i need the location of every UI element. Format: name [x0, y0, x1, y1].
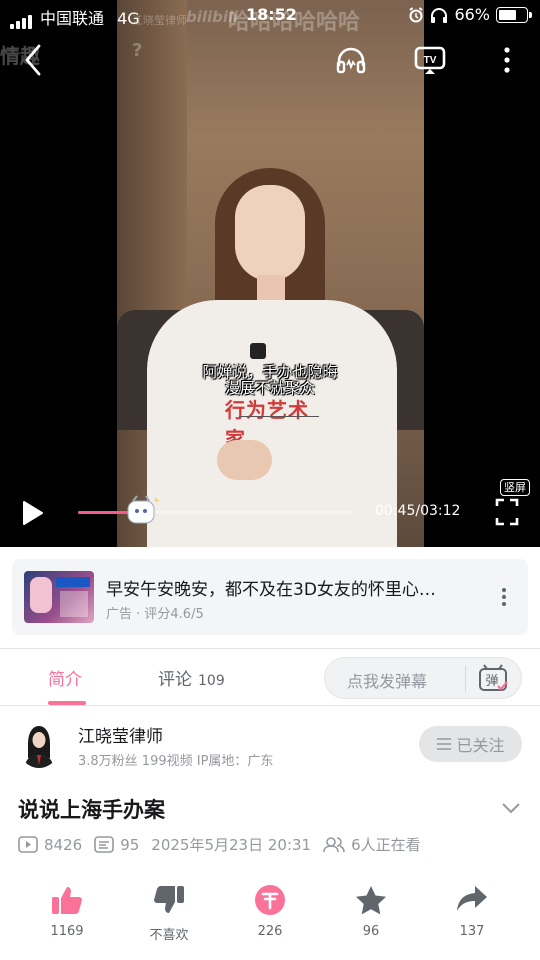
ad-meta: 广告 · 评分4.6/5: [106, 607, 204, 622]
shirt-logo: 行为艺术家: [225, 398, 309, 451]
danmaku-divider: [465, 666, 466, 692]
danmaku-placeholder[interactable]: 点我发弹幕: [347, 668, 427, 692]
video-detail-page: 行为艺术家 情趣 ? 江晓莹律师 bilibili 哈哈哈哈哈哈 阿婵说，手办也…: [0, 0, 540, 960]
share-button[interactable]: 137: [432, 880, 512, 939]
action-bar: 1169 不喜欢 226 96 137: [0, 880, 540, 950]
coin-button[interactable]: 226: [230, 880, 310, 939]
status-time: 18:52: [246, 5, 297, 24]
shirt-logo-line: [239, 416, 319, 426]
battery-level: [499, 9, 517, 20]
tab-intro[interactable]: 简介: [48, 665, 82, 690]
carrier-name: 中国联通: [40, 9, 105, 28]
danmaku-count: 95: [120, 835, 140, 854]
ad-title[interactable]: 早安午安晚安，都不及在3D女友的怀里心…: [106, 575, 476, 600]
video-player[interactable]: 行为艺术家 情趣 ? 江晓莹律师 bilibili 哈哈哈哈哈哈 阿婵说，手办也…: [0, 0, 540, 547]
follow-button[interactable]: 已关注: [419, 726, 522, 762]
share-icon: [457, 886, 487, 911]
network-type: 4G: [117, 9, 140, 28]
video-title[interactable]: 说说上海手办案: [18, 794, 165, 824]
fullscreen-icon[interactable]: [495, 497, 519, 527]
status-right: 66%: [408, 5, 532, 24]
vertical-screen-badge[interactable]: 竖屏: [500, 479, 530, 496]
alarm-icon: [409, 6, 424, 22]
watching-now: 6人正在看: [351, 836, 421, 854]
tab-comments-label: 评论: [158, 670, 192, 690]
uploader-name[interactable]: 江晓莹律师: [78, 722, 163, 747]
video-frame[interactable]: 行为艺术家: [117, 0, 424, 547]
progress-thumb-mascot-icon[interactable]: [124, 495, 160, 529]
watermark-question: ?: [132, 40, 143, 61]
ad-card[interactable]: 早安午安晚安，都不及在3D女友的怀里心… 广告 · 评分4.6/5: [12, 559, 528, 635]
danmaku-icon-text: 弹: [485, 674, 498, 689]
uploader-row: 江晓莹律师 3.8万粉丝 199视频 IP属地：广东 已关注: [0, 718, 540, 778]
avatar[interactable]: [18, 722, 60, 768]
more-options-icon[interactable]: [502, 46, 512, 74]
battery-percent: 66%: [454, 5, 490, 24]
favorite-count: 96: [362, 924, 380, 939]
presenter-hand: [217, 440, 272, 480]
danmaku-count-icon: [94, 836, 114, 853]
danmaku-settings-icon[interactable]: 弹: [477, 664, 509, 694]
tv-cast-icon[interactable]: TV: [414, 46, 446, 76]
battery-icon: [496, 6, 532, 23]
danmaku-input[interactable]: 点我发弹幕 弹: [324, 657, 522, 699]
publish-date: 2025年5月23日 20:31: [151, 836, 312, 854]
playback-time: 00:45/03:12: [375, 503, 461, 519]
lapel-mic: [250, 343, 266, 359]
play-icon[interactable]: [20, 499, 46, 527]
share-count: 137: [459, 924, 485, 939]
like-count: 1169: [50, 924, 84, 939]
active-tab-indicator: [48, 701, 86, 705]
video-subtitle: 阿婵说，手办也隐晦 漫展不就聚众: [160, 364, 380, 396]
follow-label: 已关注: [456, 736, 505, 755]
coin-icon: [255, 885, 285, 915]
viewers-icon: [323, 837, 345, 853]
chevron-down-icon[interactable]: [500, 798, 522, 818]
progress-bar[interactable]: [78, 495, 352, 524]
uploader-meta: 3.8万粉丝 199视频 IP属地：广东: [78, 754, 274, 769]
favorite-button[interactable]: 96: [331, 880, 411, 939]
tab-intro-label: 简介: [48, 670, 82, 690]
ad-more-icon[interactable]: [494, 585, 514, 609]
like-button[interactable]: 1169: [27, 880, 107, 939]
thumbs-down-icon: [154, 886, 184, 913]
playback-controls: 00:45/03:12: [0, 493, 540, 533]
tab-comments[interactable]: 评论 109: [158, 665, 225, 690]
presenter-face: [235, 185, 305, 281]
ad-thumbnail[interactable]: [24, 571, 94, 623]
headphones-icon: [431, 7, 448, 23]
subtitle-line-1: 阿婵说，手办也隐晦: [202, 363, 338, 381]
play-count-icon: [18, 836, 38, 853]
menu-lines-icon: [437, 738, 452, 750]
subtitle-line-2: 漫展不就聚众: [224, 379, 315, 397]
coin-count: 226: [257, 924, 283, 939]
play-count: 8426: [44, 835, 83, 854]
back-arrow-icon[interactable]: [22, 42, 44, 78]
star-icon: [356, 886, 386, 915]
signal-icon: [10, 10, 34, 29]
carrier-label: 中国联通 4G: [40, 5, 140, 29]
dislike-button[interactable]: 不喜欢: [129, 880, 209, 943]
thumbs-up-icon: [52, 887, 82, 914]
audio-mode-icon[interactable]: [336, 46, 366, 74]
video-stats: 8426 95 2025年5月23日 20:31 6人正在看: [18, 834, 421, 855]
tab-bar: 简介 评论 109 点我发弹幕 弹: [0, 648, 540, 706]
status-bar: 中国联通 4G 18:52 66%: [0, 4, 540, 29]
svg-text:TV: TV: [424, 55, 437, 66]
comments-count: 109: [198, 673, 225, 689]
dislike-label: 不喜欢: [149, 928, 189, 943]
